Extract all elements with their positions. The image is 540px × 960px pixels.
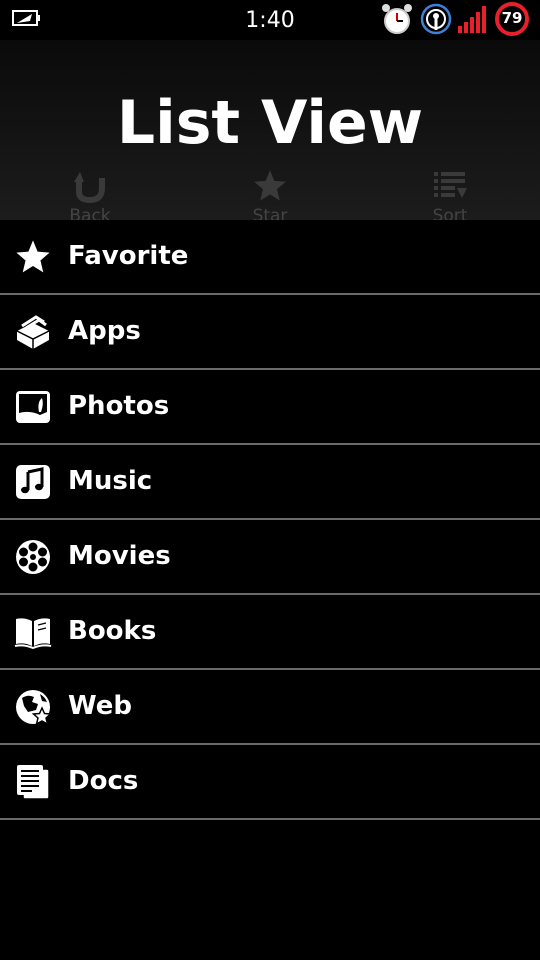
back-arrow-icon xyxy=(74,172,105,204)
list-item-label: Favorite xyxy=(68,241,189,271)
list-item-label: Docs xyxy=(68,766,139,796)
sort-label: Sort xyxy=(432,206,468,220)
film-reel-icon xyxy=(16,540,50,574)
list-item-label: Apps xyxy=(68,316,141,346)
back-button[interactable]: Back xyxy=(30,168,150,220)
open-book-icon xyxy=(14,618,52,650)
list-item-label: Music xyxy=(68,466,153,496)
star-icon xyxy=(254,170,286,201)
list-item-photos[interactable]: Photos xyxy=(0,370,540,445)
music-note-icon xyxy=(16,465,50,499)
category-list: Favorite Apps Photos Music Movies Books … xyxy=(0,220,540,820)
list-item-web[interactable]: Web xyxy=(0,670,540,745)
list-item-movies[interactable]: Movies xyxy=(0,520,540,595)
sort-icon xyxy=(434,172,467,198)
list-item-label: Books xyxy=(68,616,157,646)
battery-level: 79 xyxy=(501,9,523,27)
sort-button[interactable]: Sort xyxy=(390,168,510,220)
star-button[interactable]: Star xyxy=(210,168,330,220)
list-item-apps[interactable]: Apps xyxy=(0,295,540,370)
list-item-books[interactable]: Books xyxy=(0,595,540,670)
alarm-clock-icon xyxy=(382,4,412,34)
signal-bars-icon xyxy=(458,6,486,33)
back-label: Back xyxy=(69,206,111,220)
globe-star-icon xyxy=(16,690,52,726)
status-bar: 1:40 79 xyxy=(0,0,540,40)
list-item-label: Web xyxy=(68,691,132,721)
list-item-music[interactable]: Music xyxy=(0,445,540,520)
star-icon xyxy=(16,240,50,273)
list-item-docs[interactable]: Docs xyxy=(0,745,540,820)
list-item-label: Movies xyxy=(68,541,171,571)
page-title: List View xyxy=(116,88,424,158)
header: List View Back Star Sort xyxy=(0,40,540,220)
list-item-favorite[interactable]: Favorite xyxy=(0,220,540,295)
star-label: Star xyxy=(252,206,288,220)
apps-stack-icon xyxy=(16,315,50,349)
list-item-label: Photos xyxy=(68,391,170,421)
document-icon xyxy=(17,765,50,800)
photo-icon xyxy=(16,391,50,423)
battery-ring-icon: 79 xyxy=(494,1,530,37)
hotspot-icon xyxy=(420,3,452,35)
